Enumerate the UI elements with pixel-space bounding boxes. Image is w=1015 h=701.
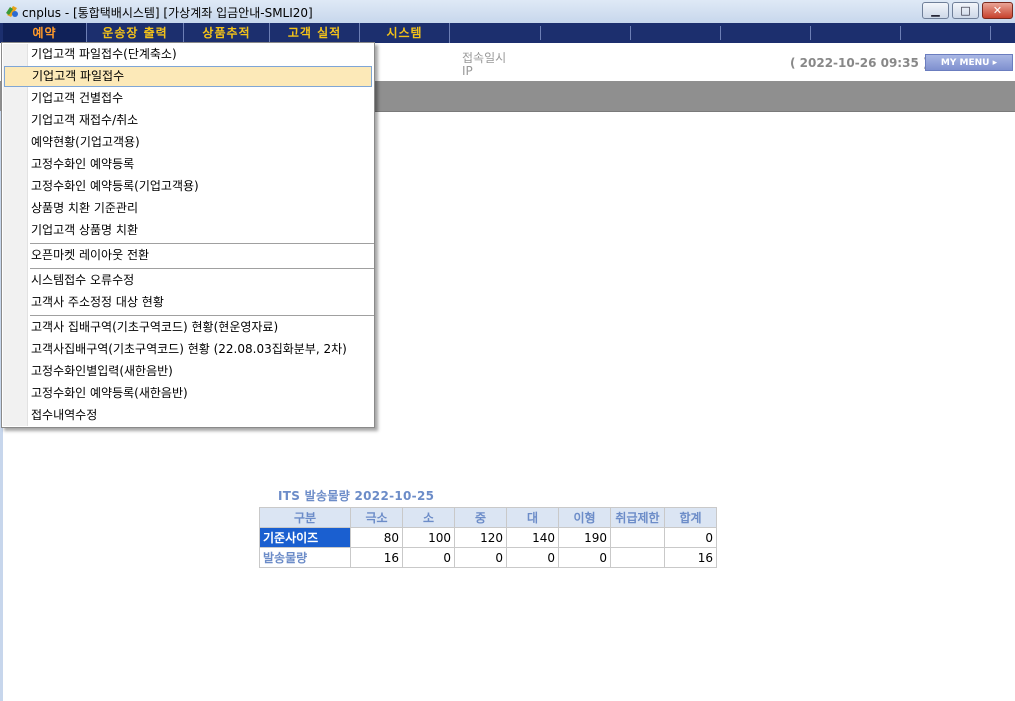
dropdown-item[interactable]: 접수내역수정 xyxy=(4,405,372,426)
dropdown-item[interactable]: 고객사 주소정정 대상 현황 xyxy=(4,292,372,313)
column-header: 구분 xyxy=(259,507,351,528)
table-cell[interactable]: 120 xyxy=(454,527,507,548)
dropdown-item[interactable]: 예약현황(기업고객용) xyxy=(4,132,372,153)
column-header: 소 xyxy=(402,507,455,528)
table-cell[interactable]: 0 xyxy=(558,547,611,568)
dropdown-item[interactable]: 고정수화인 예약등록(기업고객용) xyxy=(4,176,372,197)
close-button[interactable]: ✕ xyxy=(982,2,1013,19)
table-cell[interactable]: 100 xyxy=(402,527,455,548)
my-menu-button[interactable]: MY MENU ▸ xyxy=(925,54,1013,71)
menu-divider xyxy=(900,26,901,40)
menu-reservation[interactable]: 예약 xyxy=(3,23,87,43)
dropdown-item[interactable]: 오픈마켓 레이아웃 전환 xyxy=(4,245,372,266)
reservation-dropdown-menu: 기업고객 파일접수(단계축소) 기업고객 파일접수 기업고객 건별접수 기업고객… xyxy=(1,42,375,428)
menu-divider xyxy=(990,26,991,40)
dropdown-separator xyxy=(30,268,374,269)
app-logo-icon xyxy=(6,6,18,17)
column-header: 이형 xyxy=(558,507,611,528)
table-cell[interactable]: 16 xyxy=(664,547,717,568)
menu-divider xyxy=(720,26,721,40)
dropdown-item[interactable]: 고정수화인 예약등록 xyxy=(4,154,372,175)
table-cell[interactable]: 0 xyxy=(402,547,455,568)
shipment-stats-table: 구분 극소 소 중 대 이형 취급제한 합계 기준사이즈 80 100 120 … xyxy=(259,507,717,568)
dropdown-item[interactable]: 고정수화인 예약등록(새한음반) xyxy=(4,383,372,404)
menu-waybill-print[interactable]: 운송장 출력 xyxy=(87,23,184,43)
menu-divider xyxy=(630,26,631,40)
table-cell[interactable] xyxy=(610,527,665,548)
dropdown-item[interactable]: 고정수화인별입력(새한음반) xyxy=(4,361,372,382)
table-cell[interactable]: 80 xyxy=(350,527,403,548)
dropdown-item[interactable]: 기업고객 건별접수 xyxy=(4,88,372,109)
table-row: 기준사이즈 80 100 120 140 190 0 xyxy=(259,527,717,548)
column-header: 대 xyxy=(506,507,559,528)
table-cell[interactable]: 190 xyxy=(558,527,611,548)
dropdown-separator xyxy=(30,315,374,316)
dropdown-item[interactable]: 기업고객 재접수/취소 xyxy=(4,110,372,131)
window-title: cnplus - [통합택배시스템] [가상계좌 입금안내-SMLI20] xyxy=(22,6,313,20)
table-cell[interactable]: 140 xyxy=(506,527,559,548)
title-bar: cnplus - [통합택배시스템] [가상계좌 입금안내-SMLI20] ▁ … xyxy=(0,0,1015,24)
dropdown-item[interactable]: 시스템접수 오류수정 xyxy=(4,270,372,291)
maximize-button[interactable]: □ xyxy=(952,2,979,19)
dropdown-item[interactable]: 상품명 치환 기준관리 xyxy=(4,198,372,219)
menu-system[interactable]: 시스템 xyxy=(360,23,450,43)
ip-label: IP xyxy=(462,64,473,78)
column-header: 취급제한 xyxy=(610,507,665,528)
dropdown-separator xyxy=(30,243,374,244)
menu-divider xyxy=(810,26,811,40)
table-cell[interactable] xyxy=(610,547,665,568)
table-cell[interactable]: 0 xyxy=(454,547,507,568)
column-header: 극소 xyxy=(350,507,403,528)
maximize-icon: □ xyxy=(960,4,971,17)
minimize-icon: ▁ xyxy=(931,4,940,17)
menu-customer-performance[interactable]: 고객 실적 xyxy=(270,23,360,43)
column-header: 합계 xyxy=(664,507,717,528)
menu-tracking[interactable]: 상품추적 xyxy=(184,23,270,43)
row-header-selected[interactable]: 기준사이즈 xyxy=(259,527,351,548)
login-datetime: ( 2022-10-26 09:35 ) xyxy=(790,56,929,70)
menu-bar: 예약 운송장 출력 상품추적 고객 실적 시스템 xyxy=(0,23,1015,43)
table-cell[interactable]: 0 xyxy=(664,527,717,548)
column-header: 중 xyxy=(454,507,507,528)
table-row: 발송물량 16 0 0 0 0 16 xyxy=(259,547,717,568)
dropdown-item-hovered[interactable]: 기업고객 파일접수 xyxy=(4,66,372,87)
close-icon: ✕ xyxy=(992,4,1003,17)
menu-divider xyxy=(540,26,541,40)
dropdown-item[interactable]: 기업고객 상품명 치환 xyxy=(4,220,372,241)
table-cell[interactable]: 16 xyxy=(350,547,403,568)
table-header-row: 구분 극소 소 중 대 이형 취급제한 합계 xyxy=(259,507,717,528)
dropdown-item[interactable]: 고객사집배구역(기초구역코드) 현황 (22.08.03집화분부, 2차) xyxy=(4,339,372,360)
table-cell[interactable]: 0 xyxy=(506,547,559,568)
access-info-label: 접속일시 IP xyxy=(462,52,506,78)
minimize-button[interactable]: ▁ xyxy=(922,2,949,19)
dropdown-item[interactable]: 기업고객 파일접수(단계축소) xyxy=(4,44,372,65)
dropdown-item[interactable]: 고객사 집배구역(기초구역코드) 현황(현운영자료) xyxy=(4,317,372,338)
stats-title: ITS 발송물량 2022-10-25 xyxy=(278,489,435,503)
row-header[interactable]: 발송물량 xyxy=(259,547,351,568)
